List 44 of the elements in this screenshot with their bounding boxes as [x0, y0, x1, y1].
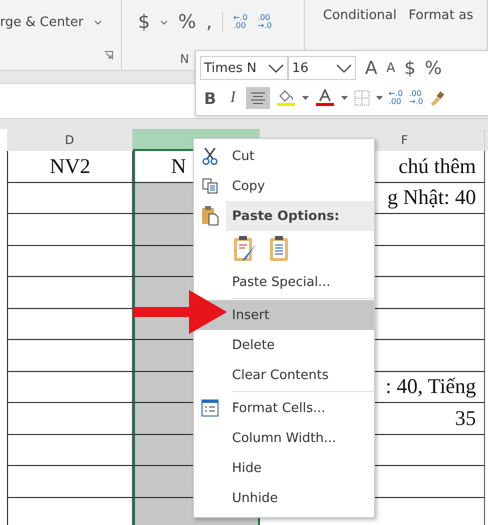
decimal-button[interactable]: .00 →.0	[408, 90, 424, 106]
menu-item[interactable]: Unhide	[194, 483, 374, 513]
caret-icon[interactable]	[302, 96, 309, 100]
italic-button[interactable]: I	[226, 89, 240, 107]
menu-item[interactable]: Delete	[194, 330, 374, 360]
merge-center-button[interactable]: rge & Center	[0, 14, 84, 30]
center-align-button[interactable]	[246, 87, 270, 109]
borders-icon[interactable]	[354, 90, 370, 106]
currency-button[interactable]: $	[138, 11, 150, 33]
caret-icon[interactable]	[94, 20, 102, 24]
caret-icon[interactable]	[340, 96, 348, 100]
percent-button[interactable]: %	[424, 58, 442, 78]
font-color-icon[interactable]	[314, 89, 335, 107]
group-label: N	[180, 52, 189, 66]
paste-formatting-icon[interactable]	[232, 235, 258, 263]
menu-item[interactable]: Paste Special...	[194, 267, 374, 297]
decimal-button[interactable]: ←.0 .00	[388, 90, 403, 106]
styles-button[interactable]: Conditional	[323, 8, 397, 24]
dialog-launcher-icon[interactable]	[104, 51, 113, 60]
bold-button[interactable]: B	[200, 88, 220, 108]
dropdown-icon[interactable]	[268, 64, 284, 72]
caret-icon[interactable]	[160, 20, 168, 24]
shrink-font-button[interactable]: A	[386, 60, 396, 76]
align-center-icon	[250, 92, 266, 104]
copy-icon	[202, 178, 218, 194]
menu-item[interactable]: Hide	[194, 453, 374, 483]
format-cells-icon	[201, 399, 219, 417]
paste-icon	[201, 206, 219, 226]
format-painter-icon[interactable]	[429, 90, 446, 106]
grow-font-button[interactable]: A	[365, 58, 378, 78]
size-field[interactable]: 16	[288, 56, 356, 80]
caret-icon[interactable]	[376, 96, 383, 100]
scissors-icon	[202, 147, 218, 165]
dropdown-icon[interactable]	[336, 64, 352, 72]
styles-button[interactable]: Format as	[408, 8, 474, 24]
table-cell: NV2	[7, 151, 133, 182]
decimal-button[interactable]: ←.0 .00	[233, 14, 248, 30]
paste-values-icon[interactable]	[268, 235, 290, 263]
font-field[interactable]: Times N	[200, 56, 288, 80]
percent-button[interactable]: %	[178, 11, 196, 33]
fill-color-icon[interactable]	[276, 89, 296, 107]
comma-button[interactable]: ,	[206, 11, 212, 33]
decimal-button[interactable]: .00 →.0	[258, 14, 272, 30]
currency-button[interactable]: $	[404, 58, 416, 78]
